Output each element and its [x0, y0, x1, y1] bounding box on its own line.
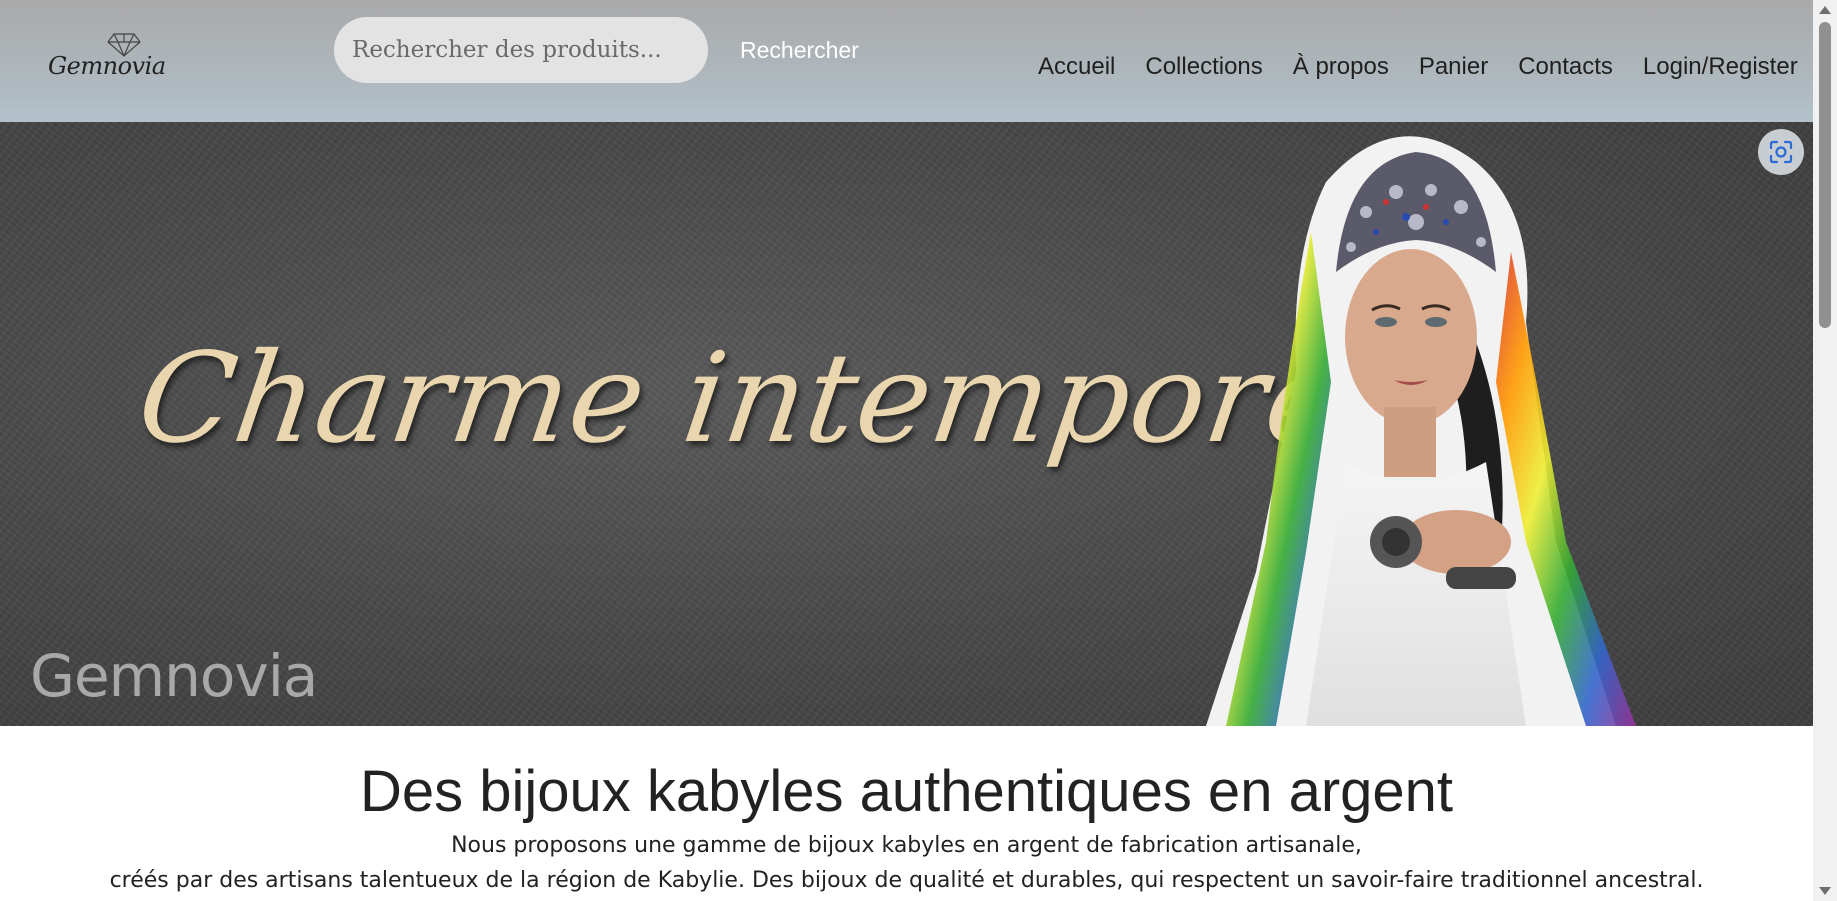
- intro-text-line-1: Nous proposons une gamme de bijoux kabyl…: [451, 833, 1362, 858]
- intro-title: Des bijoux kabyles authentiques en argen…: [359, 759, 1454, 824]
- nav-link-panier[interactable]: Panier: [1419, 53, 1488, 81]
- search-button[interactable]: Rechercher: [724, 30, 875, 70]
- nav-link-collections[interactable]: Collections: [1145, 53, 1262, 81]
- nav-link-login-register[interactable]: Login/Register: [1643, 53, 1798, 81]
- scroll-thumb[interactable]: [1819, 22, 1831, 328]
- hero-banner: Charme intemporel Gemnovia: [0, 122, 1813, 726]
- search-input[interactable]: [334, 17, 708, 83]
- intro-text-line-2: créés par des artisans talentueux de la …: [109, 868, 1704, 893]
- nav-link-accueil[interactable]: Accueil: [1038, 53, 1115, 81]
- main-nav: Accueil Collections À propos Panier Cont…: [1038, 47, 1798, 87]
- site-header: Gemnovia Rechercher Accueil Collections …: [0, 0, 1813, 122]
- screenshot-icon: [1769, 140, 1793, 164]
- logo-text: Gemnovia: [48, 52, 166, 80]
- page: Gemnovia Rechercher Accueil Collections …: [0, 0, 1813, 901]
- vertical-scrollbar[interactable]: [1813, 0, 1837, 901]
- nav-link-a-propos[interactable]: À propos: [1293, 53, 1389, 81]
- scroll-down-icon[interactable]: [1819, 887, 1831, 895]
- screenshot-button[interactable]: [1758, 129, 1804, 175]
- logo-link[interactable]: Gemnovia: [44, 30, 166, 90]
- nav-link-contacts[interactable]: Contacts: [1518, 53, 1613, 81]
- hero-watermark: Gemnovia: [30, 642, 318, 710]
- hero-portrait-image: [1206, 136, 1636, 726]
- scroll-up-icon[interactable]: [1819, 6, 1831, 14]
